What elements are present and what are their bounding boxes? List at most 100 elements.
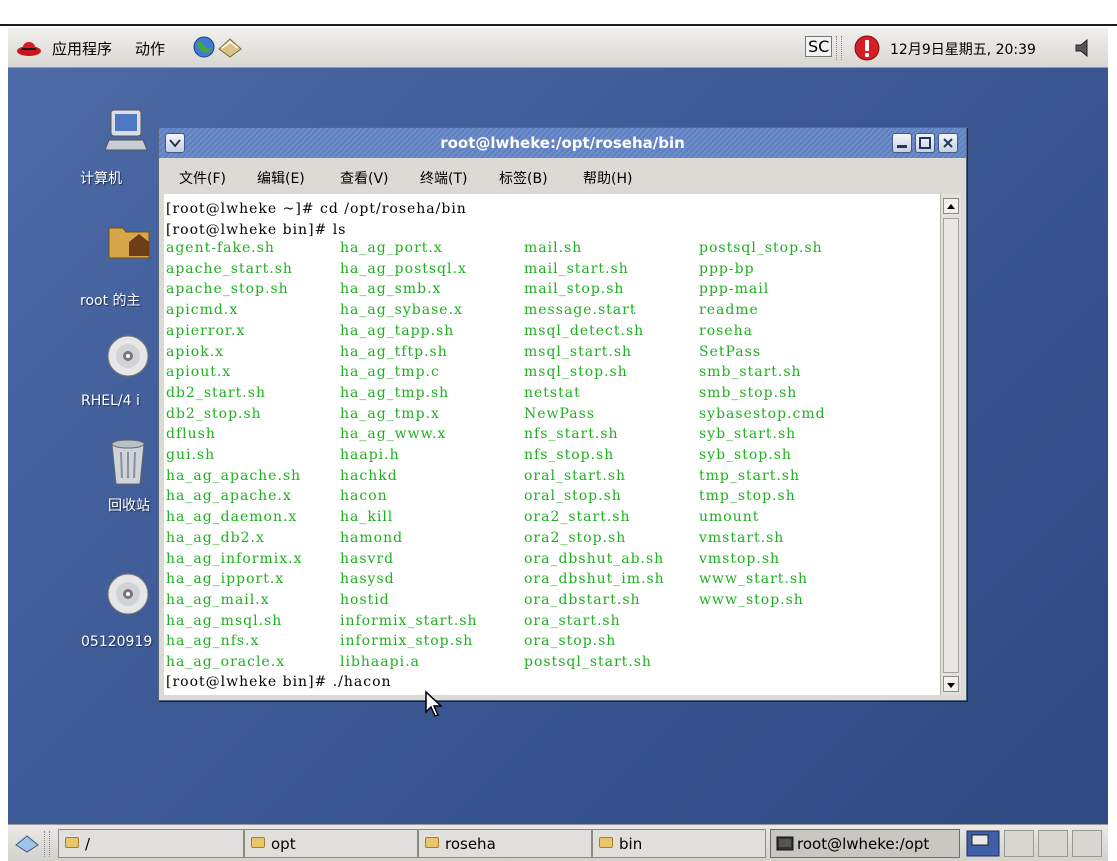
file-entry: ha_ag_www.x: [340, 426, 447, 443]
file-entry: ha_ag_postsql.x: [340, 260, 467, 277]
window-title: root@lwheke:/opt/roseha/bin: [440, 134, 685, 152]
file-entry: hasvrd: [340, 550, 395, 567]
file-entry: msql_detect.sh: [524, 322, 645, 339]
update-alert-icon[interactable]: [853, 34, 881, 62]
file-entry: ha_ag_tapp.sh: [340, 322, 455, 339]
file-entry: ha_ag_informix.x: [166, 550, 303, 567]
scroll-up-button[interactable]: [943, 198, 959, 214]
file-entry: www_stop.sh: [699, 591, 804, 608]
file-entry: tmp_start.sh: [699, 467, 800, 484]
trash-icon[interactable]: [108, 438, 148, 486]
task-label: opt: [271, 835, 296, 853]
cdrom-icon[interactable]: [105, 333, 151, 379]
menu-edit[interactable]: 编辑(E): [257, 168, 305, 188]
file-entry: hacon: [340, 488, 388, 505]
window-titlebar[interactable]: root@lwheke:/opt/roseha/bin: [159, 128, 966, 158]
scrollbar-thumb[interactable]: [943, 218, 959, 673]
task-opt-folder[interactable]: opt: [244, 829, 418, 858]
terminal-output[interactable]: [root@lwheke ~]# cd /opt/roseha/bin [roo…: [164, 194, 940, 695]
terminal-line-cd: [root@lwheke ~]# cd /opt/roseha/bin: [166, 201, 467, 217]
desktop-label-home[interactable]: root 的主: [80, 290, 141, 310]
file-entry: ha_ag_apache.sh: [166, 467, 302, 484]
task-root-folder[interactable]: /: [58, 829, 244, 858]
file-entry: ora_start.sh: [524, 612, 621, 629]
file-entry: ha_ag_ipport.x: [166, 571, 285, 588]
task-bin-folder[interactable]: bin: [592, 829, 766, 858]
file-entry: ppp-mail: [699, 281, 770, 298]
file-entry: ha_ag_oracle.x: [166, 654, 286, 670]
menu-tabs[interactable]: 标签(B): [499, 168, 548, 188]
menu-terminal[interactable]: 终端(T): [420, 168, 467, 188]
file-entry: apierror.x: [166, 322, 246, 339]
file-entry: dflush: [166, 426, 216, 443]
task-roseha-folder[interactable]: roseha: [418, 829, 592, 858]
file-entry: postsql_stop.sh: [699, 240, 823, 256]
minimize-button[interactable]: [892, 133, 912, 153]
file-entry: netstat: [524, 384, 581, 401]
computer-icon[interactable]: [103, 106, 151, 154]
file-entry: ha_ag_tmp.sh: [340, 384, 450, 401]
workspace-3[interactable]: [1038, 830, 1068, 857]
volume-icon[interactable]: [1073, 38, 1095, 58]
minimize-icon: [897, 145, 907, 148]
menu-file[interactable]: 文件(F): [179, 168, 226, 188]
file-entry: ora_stop.sh: [524, 633, 617, 650]
file-entry: libhaapi.a: [340, 654, 420, 670]
sc-indicator[interactable]: SC: [805, 36, 833, 57]
file-entry: ha_ag_msql.sh: [166, 612, 283, 629]
workspace-4[interactable]: [1072, 830, 1102, 857]
maximize-button[interactable]: [915, 133, 935, 153]
file-entry: smb_start.sh: [699, 364, 802, 381]
folder-icon: [251, 837, 265, 848]
workspace-2[interactable]: [1004, 830, 1034, 857]
file-entry: nfs_start.sh: [524, 426, 619, 443]
terminal-window[interactable]: root@lwheke:/opt/roseha/bin 文件(F) 编辑(E) …: [158, 127, 967, 701]
clock[interactable]: 12月9日星期五, 20:39: [890, 39, 1036, 59]
close-button[interactable]: [938, 133, 958, 153]
home-folder-icon[interactable]: [107, 218, 151, 262]
file-entry: informix_stop.sh: [340, 633, 474, 650]
file-entry: ha_ag_mail.x: [166, 591, 270, 608]
desktop-label-rhel[interactable]: RHEL/4 i: [81, 393, 140, 409]
file-entry: ha_kill: [340, 509, 394, 526]
file-entry: SetPass: [699, 343, 762, 360]
folder-icon: [599, 837, 613, 848]
taskbar-separator: [44, 831, 50, 857]
top-panel: 应用程序 动作 SC 12月9日星期五, 20:39: [8, 28, 1108, 68]
menu-view[interactable]: 查看(V): [340, 168, 389, 188]
file-entry: apiout.x: [166, 364, 232, 381]
redhat-icon[interactable]: [16, 39, 42, 57]
bottom-panel: / opt roseha bin root@lwheke:/opt: [8, 824, 1108, 861]
screen-top-strip: [0, 0, 1117, 26]
file-entry: ppp-bp: [699, 260, 755, 277]
file-entry: ha_ag_port.x: [340, 240, 443, 256]
scroll-down-button[interactable]: [943, 676, 959, 692]
file-entry: gui.sh: [166, 447, 216, 463]
applications-menu[interactable]: 应用程序: [52, 38, 112, 59]
menu-help[interactable]: 帮助(H): [583, 168, 632, 188]
desktop-label-trash[interactable]: 回收站: [108, 495, 150, 515]
file-entry: ha_ag_smb.x: [340, 281, 442, 298]
file-entry: db2_stop.sh: [166, 405, 262, 422]
task-terminal[interactable]: root@lwheke:/opt: [770, 829, 960, 858]
terminal-menubar: 文件(F) 编辑(E) 查看(V) 终端(T) 标签(B) 帮助(H): [159, 158, 966, 194]
file-entry: hamond: [340, 529, 404, 546]
desktop-label-computer[interactable]: 计算机: [80, 168, 122, 188]
file-entry: ha_ag_tmp.c: [340, 364, 440, 381]
terminal-scrollbar[interactable]: [940, 194, 961, 695]
workspace-switcher-icon[interactable]: [966, 830, 1000, 857]
file-entry: informix_start.sh: [340, 612, 478, 629]
file-entry: apicmd.x: [166, 302, 239, 319]
show-desktop-icon[interactable]: [14, 833, 40, 853]
file-entry: apiok.x: [166, 343, 225, 360]
file-entry: syb_start.sh: [699, 426, 797, 443]
cdrom-icon-2[interactable]: [105, 571, 151, 617]
file-entry: ha_ag_apache.x: [166, 488, 292, 505]
file-entry: hachkd: [340, 467, 398, 484]
panel-separator: [836, 36, 842, 60]
email-icon[interactable]: [217, 35, 243, 59]
desktop-label-disc[interactable]: 05120919: [81, 634, 152, 650]
browser-globe-icon[interactable]: [192, 35, 216, 59]
actions-menu[interactable]: 动作: [135, 38, 165, 59]
file-entry: message.start: [524, 302, 637, 319]
